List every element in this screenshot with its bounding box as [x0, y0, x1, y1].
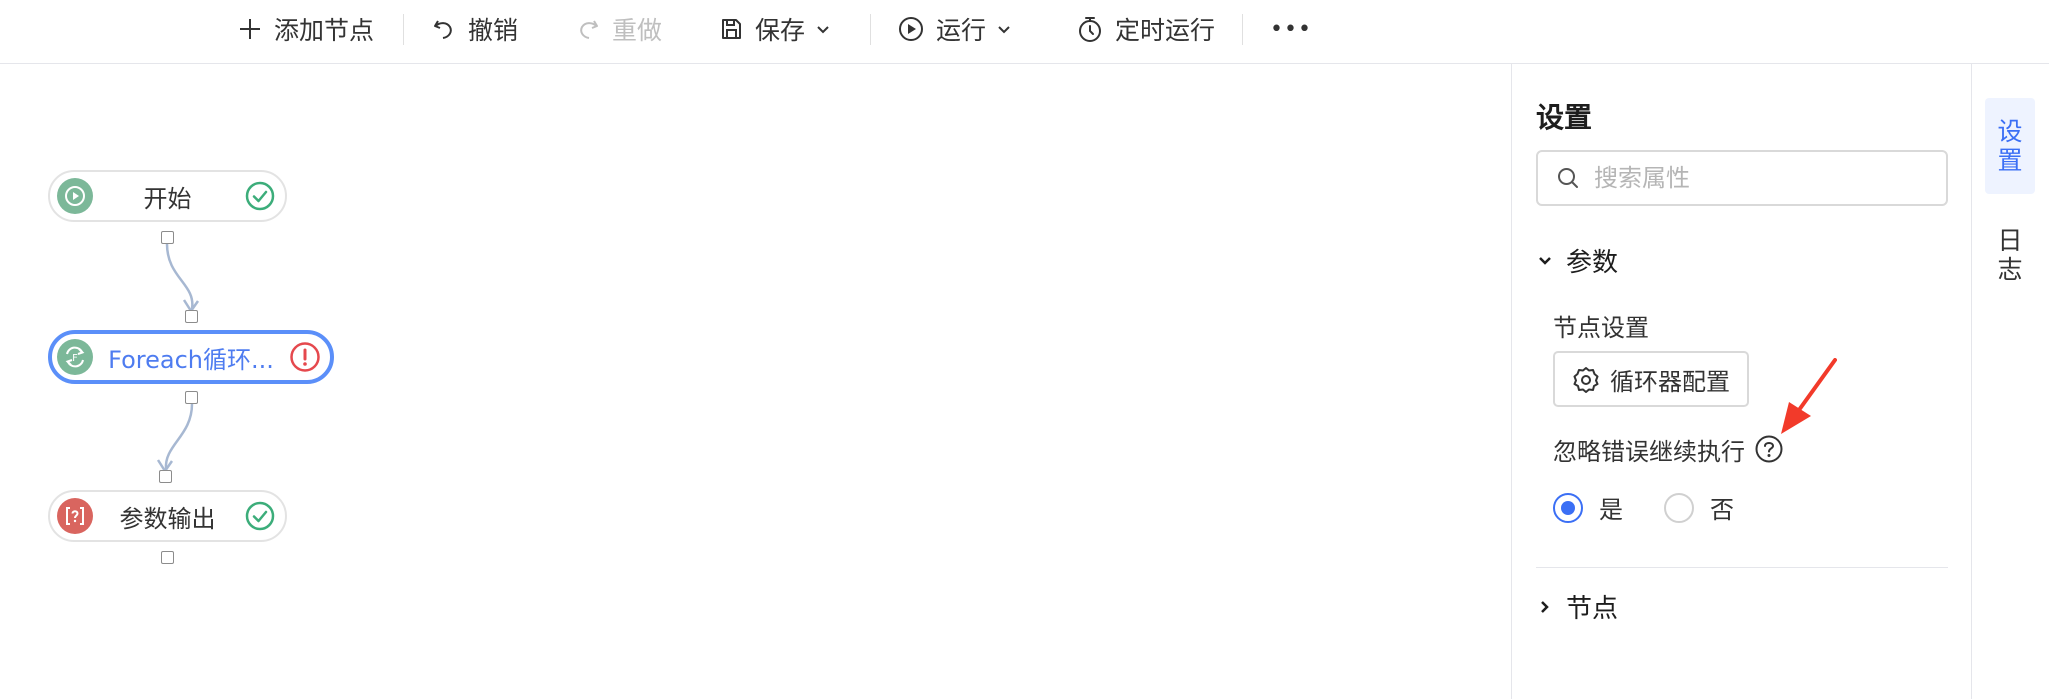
loop-config-label: 循环器配置	[1610, 367, 1730, 396]
radio-yes-dot	[1553, 492, 1583, 523]
save-label: 保存	[755, 16, 806, 45]
chevron-down-icon	[998, 26, 1010, 34]
flow-node-param-output[interactable]: 参数输出	[48, 490, 287, 542]
section-node-toggle[interactable]: 节点	[1536, 588, 1618, 625]
node-input-port[interactable]	[185, 310, 198, 323]
flow-node-start[interactable]: 开始	[48, 170, 287, 222]
section-params-toggle[interactable]: 参数	[1536, 242, 1618, 279]
redo-icon	[580, 20, 598, 39]
rail-tab-settings-char: 设	[1997, 117, 2023, 146]
panel-title: 设置	[1536, 101, 1593, 134]
node-label: 开始	[143, 184, 192, 213]
radio-yes-label: 是	[1599, 496, 1623, 524]
node-settings-label: 节点设置	[1553, 314, 1649, 342]
radio-no[interactable]: 否	[1664, 490, 1734, 525]
search-icon	[1558, 168, 1578, 188]
check-circle-icon	[244, 500, 276, 532]
node-input-port[interactable]	[159, 470, 172, 483]
more-button[interactable]: •••	[1270, 0, 1312, 58]
radio-no-dot	[1664, 492, 1694, 523]
plus-icon	[240, 19, 260, 39]
right-rail: 设 置 日 志	[1972, 64, 2049, 699]
help-question-icon[interactable]	[1754, 434, 1784, 464]
stopwatch-icon	[1079, 17, 1101, 42]
search-box[interactable]	[1536, 150, 1948, 206]
rail-tab-log-char: 日	[1997, 226, 2023, 255]
more-icon: •••	[1270, 16, 1312, 42]
chevron-right-icon	[1541, 600, 1549, 613]
svg-text:F: F	[72, 353, 78, 364]
toolbar: 添加节点 撤销 重做 保存 运行 定时运行 •••	[0, 0, 2049, 64]
node-output-port[interactable]	[161, 551, 174, 564]
run-button[interactable]: 运行	[898, 0, 1012, 58]
ignore-error-label: 忽略错误继续执行	[1553, 438, 1745, 466]
gear-icon	[1573, 367, 1599, 393]
schedule-run-label: 定时运行	[1115, 16, 1216, 45]
settings-panel: 设置 参数 节点设置 循环器配置 忽略错误继续执行 是 否 节点	[1511, 64, 1972, 699]
edge-start-foreach	[165, 243, 194, 310]
schedule-run-button[interactable]: 定时运行	[1077, 0, 1215, 58]
bracket-question-icon	[57, 498, 93, 534]
check-circle-icon	[244, 180, 276, 212]
save-icon	[722, 19, 741, 39]
toolbar-divider	[1242, 14, 1243, 45]
red-arrow-annotation-icon	[1781, 358, 1837, 434]
node-label: Foreach循环...	[108, 345, 274, 374]
flow-canvas[interactable]: 开始 F Foreach循环... 参数输出	[0, 64, 1511, 699]
chevron-down-icon	[817, 26, 829, 34]
toolbar-divider	[403, 14, 404, 45]
loop-config-button[interactable]: 循环器配置	[1553, 351, 1749, 407]
rail-tab-settings[interactable]: 设 置	[1985, 98, 2035, 194]
rail-tab-settings-char: 置	[1997, 146, 2023, 175]
undo-icon	[434, 20, 452, 39]
node-output-port[interactable]	[185, 391, 198, 404]
node-label: 参数输出	[119, 504, 216, 533]
node-output-port[interactable]	[161, 231, 174, 244]
save-button[interactable]: 保存	[719, 0, 831, 58]
rail-tab-log-char: 志	[1997, 255, 2023, 284]
rail-tab-log[interactable]: 日 志	[1985, 220, 2035, 290]
add-node-label: 添加节点	[274, 16, 375, 45]
search-input[interactable]	[1592, 163, 1926, 193]
flow-node-foreach[interactable]: F Foreach循环...	[48, 330, 334, 384]
play-circle-icon	[899, 17, 923, 41]
edge-foreach-output	[164, 403, 194, 470]
undo-label: 撤销	[468, 16, 519, 45]
toolbar-divider	[870, 14, 871, 45]
play-icon	[57, 178, 93, 214]
undo-button[interactable]: 撤销	[432, 0, 518, 58]
section-node-label: 节点	[1566, 594, 1619, 624]
radio-no-label: 否	[1710, 496, 1734, 524]
chevron-down-icon	[1539, 256, 1551, 265]
run-label: 运行	[936, 16, 987, 45]
redo-label: 重做	[612, 16, 663, 45]
section-params-label: 参数	[1566, 248, 1619, 278]
redo-button[interactable]: 重做	[576, 0, 662, 58]
section-divider	[1536, 567, 1948, 568]
error-circle-icon	[289, 341, 321, 373]
loop-icon: F	[57, 339, 93, 375]
radio-yes[interactable]: 是	[1553, 490, 1623, 525]
add-node-button[interactable]: 添加节点	[238, 0, 374, 58]
